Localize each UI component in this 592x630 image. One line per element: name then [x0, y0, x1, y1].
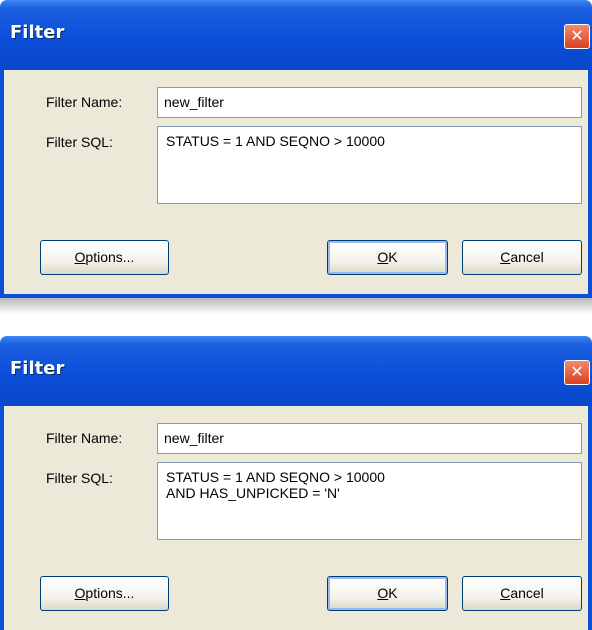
ok-label: K — [388, 585, 398, 601]
cancel-mnemonic: C — [500, 249, 511, 265]
ok-mnemonic: O — [377, 249, 389, 265]
ok-mnemonic: O — [377, 585, 389, 601]
title-bar[interactable]: Filter ✕ — [0, 0, 592, 70]
filter-sql-label: Filter SQL: — [46, 470, 113, 486]
options-label: ptions... — [85, 249, 135, 265]
filter-dialog-2: Filter ✕ Filter Name: new_filter Filter … — [0, 336, 592, 630]
close-icon[interactable]: ✕ — [564, 360, 590, 385]
dialog-body: Filter Name: new_filter Filter SQL: STAT… — [0, 70, 592, 298]
ok-button[interactable]: OK — [327, 576, 448, 611]
title-bar[interactable]: Filter ✕ — [0, 336, 592, 406]
filter-name-label: Filter Name: — [46, 94, 123, 110]
dialog-body: Filter Name: new_filter Filter SQL: STAT… — [0, 406, 592, 630]
cancel-label: ancel — [510, 585, 544, 601]
filter-sql-textarea[interactable]: STATUS = 1 AND SEQNO > 10000 AND HAS_UNP… — [157, 462, 582, 540]
filter-name-input[interactable]: new_filter — [157, 423, 582, 454]
ok-button[interactable]: OK — [327, 240, 448, 275]
cancel-button[interactable]: Cancel — [462, 240, 582, 275]
options-button[interactable]: Options... — [40, 240, 169, 275]
options-label: ptions... — [85, 585, 135, 601]
filter-sql-label: Filter SQL: — [46, 134, 113, 150]
filter-name-input[interactable]: new_filter — [157, 87, 582, 118]
dialog-shadow — [0, 298, 592, 318]
dialog-title: Filter — [10, 358, 65, 379]
dialog-title: Filter — [10, 22, 65, 43]
options-button[interactable]: Options... — [40, 576, 169, 611]
cancel-button[interactable]: Cancel — [462, 576, 582, 611]
cancel-mnemonic: C — [500, 585, 511, 601]
ok-label: K — [388, 249, 398, 265]
options-mnemonic: O — [74, 249, 86, 265]
filter-sql-textarea[interactable]: STATUS = 1 AND SEQNO > 10000 — [157, 126, 582, 204]
filter-dialog-1: Filter ✕ Filter Name: new_filter Filter … — [0, 0, 592, 298]
close-icon[interactable]: ✕ — [564, 24, 590, 49]
cancel-label: ancel — [510, 249, 544, 265]
options-mnemonic: O — [74, 585, 86, 601]
filter-name-label: Filter Name: — [46, 430, 123, 446]
